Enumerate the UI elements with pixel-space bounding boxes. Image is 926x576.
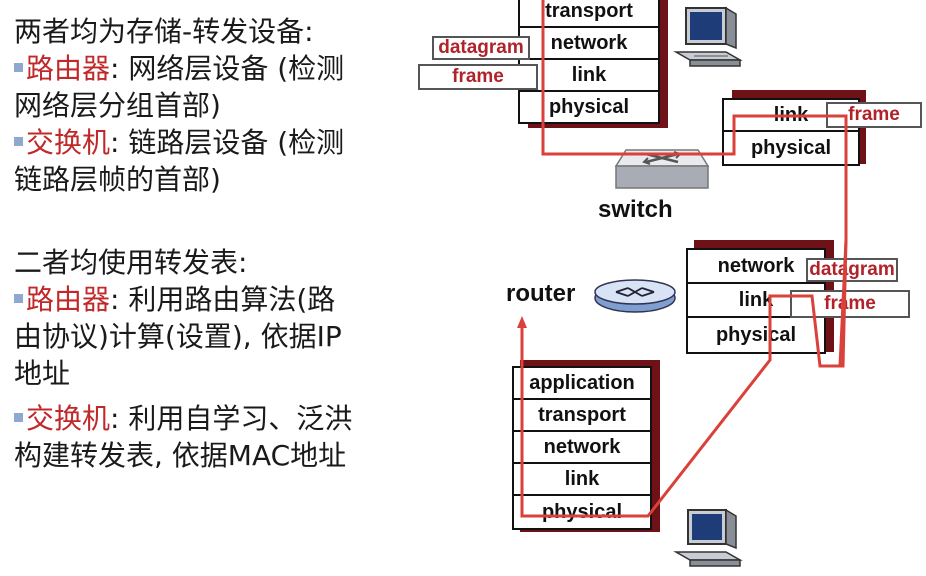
- network-diagram: transport network link physical datagram…: [0, 0, 926, 576]
- data-path-line: [517, 0, 848, 518]
